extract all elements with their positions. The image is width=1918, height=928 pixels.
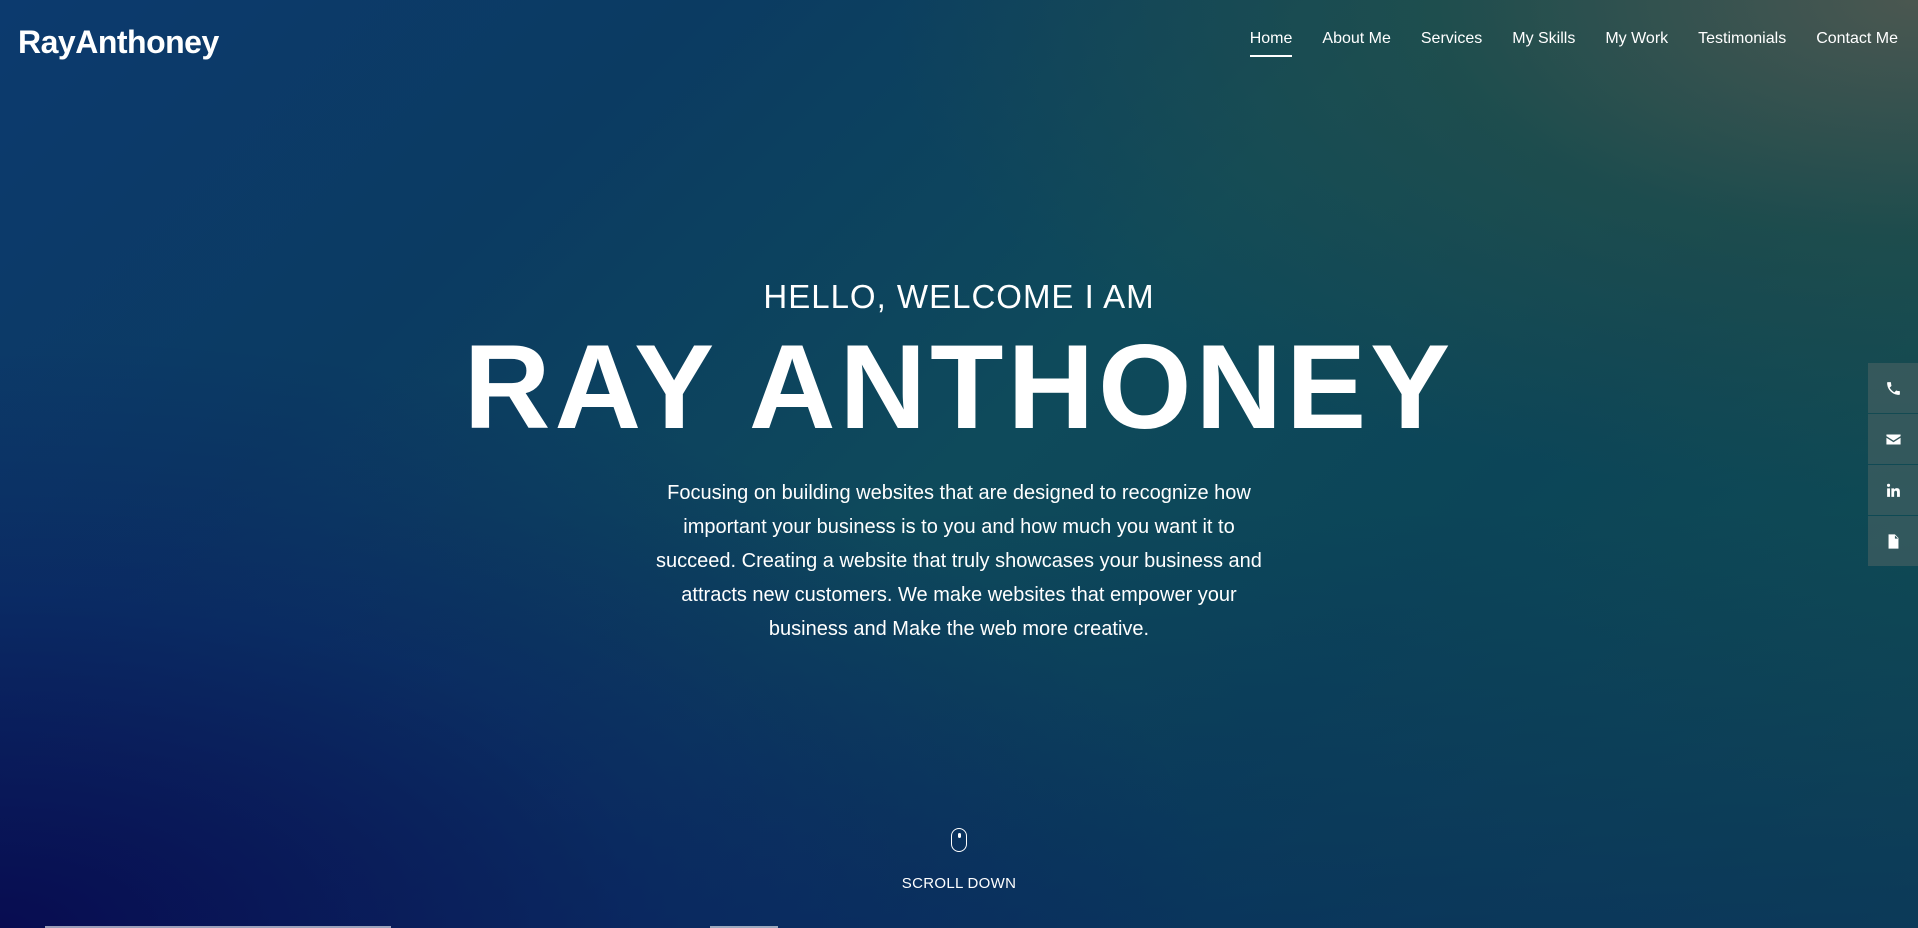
linkedin-button[interactable] (1868, 465, 1918, 515)
nav-testimonials[interactable]: Testimonials (1698, 30, 1786, 57)
email-button[interactable] (1868, 414, 1918, 464)
scroll-down[interactable]: SCROLL DOWN (0, 828, 1918, 892)
nav-about-me[interactable]: About Me (1322, 30, 1390, 57)
social-sidebar (1868, 363, 1918, 567)
document-icon (1888, 533, 1898, 549)
scroll-down-label[interactable]: SCROLL DOWN (0, 875, 1918, 892)
hero-intro: Focusing on building websites that are d… (656, 482, 1262, 640)
nav-my-work[interactable]: My Work (1605, 30, 1668, 57)
hero-greeting: HELLO, WELCOME I AM (763, 278, 1155, 315)
nav-my-skills[interactable]: My Skills (1512, 30, 1575, 57)
mouse-icon[interactable] (951, 828, 967, 852)
hero-name: RAY ANTHONEY (463, 320, 1455, 454)
nav-home[interactable]: Home (1249, 30, 1292, 57)
linkedin-icon (1886, 483, 1900, 497)
nav-contact-me[interactable]: Contact Me (1816, 30, 1898, 57)
envelope-icon (1885, 434, 1901, 444)
phone-button[interactable] (1868, 363, 1918, 413)
brand-logo[interactable]: RayAnthoney (18, 24, 219, 61)
main-nav: Home About Me Services My Skills My Work… (1220, 30, 1898, 57)
resume-button[interactable] (1868, 516, 1918, 566)
hero-section: HELLO, WELCOME I AM RAY ANTHONEY Focusin… (0, 274, 1918, 646)
nav-services[interactable]: Services (1421, 30, 1482, 57)
phone-icon (1886, 381, 1900, 395)
